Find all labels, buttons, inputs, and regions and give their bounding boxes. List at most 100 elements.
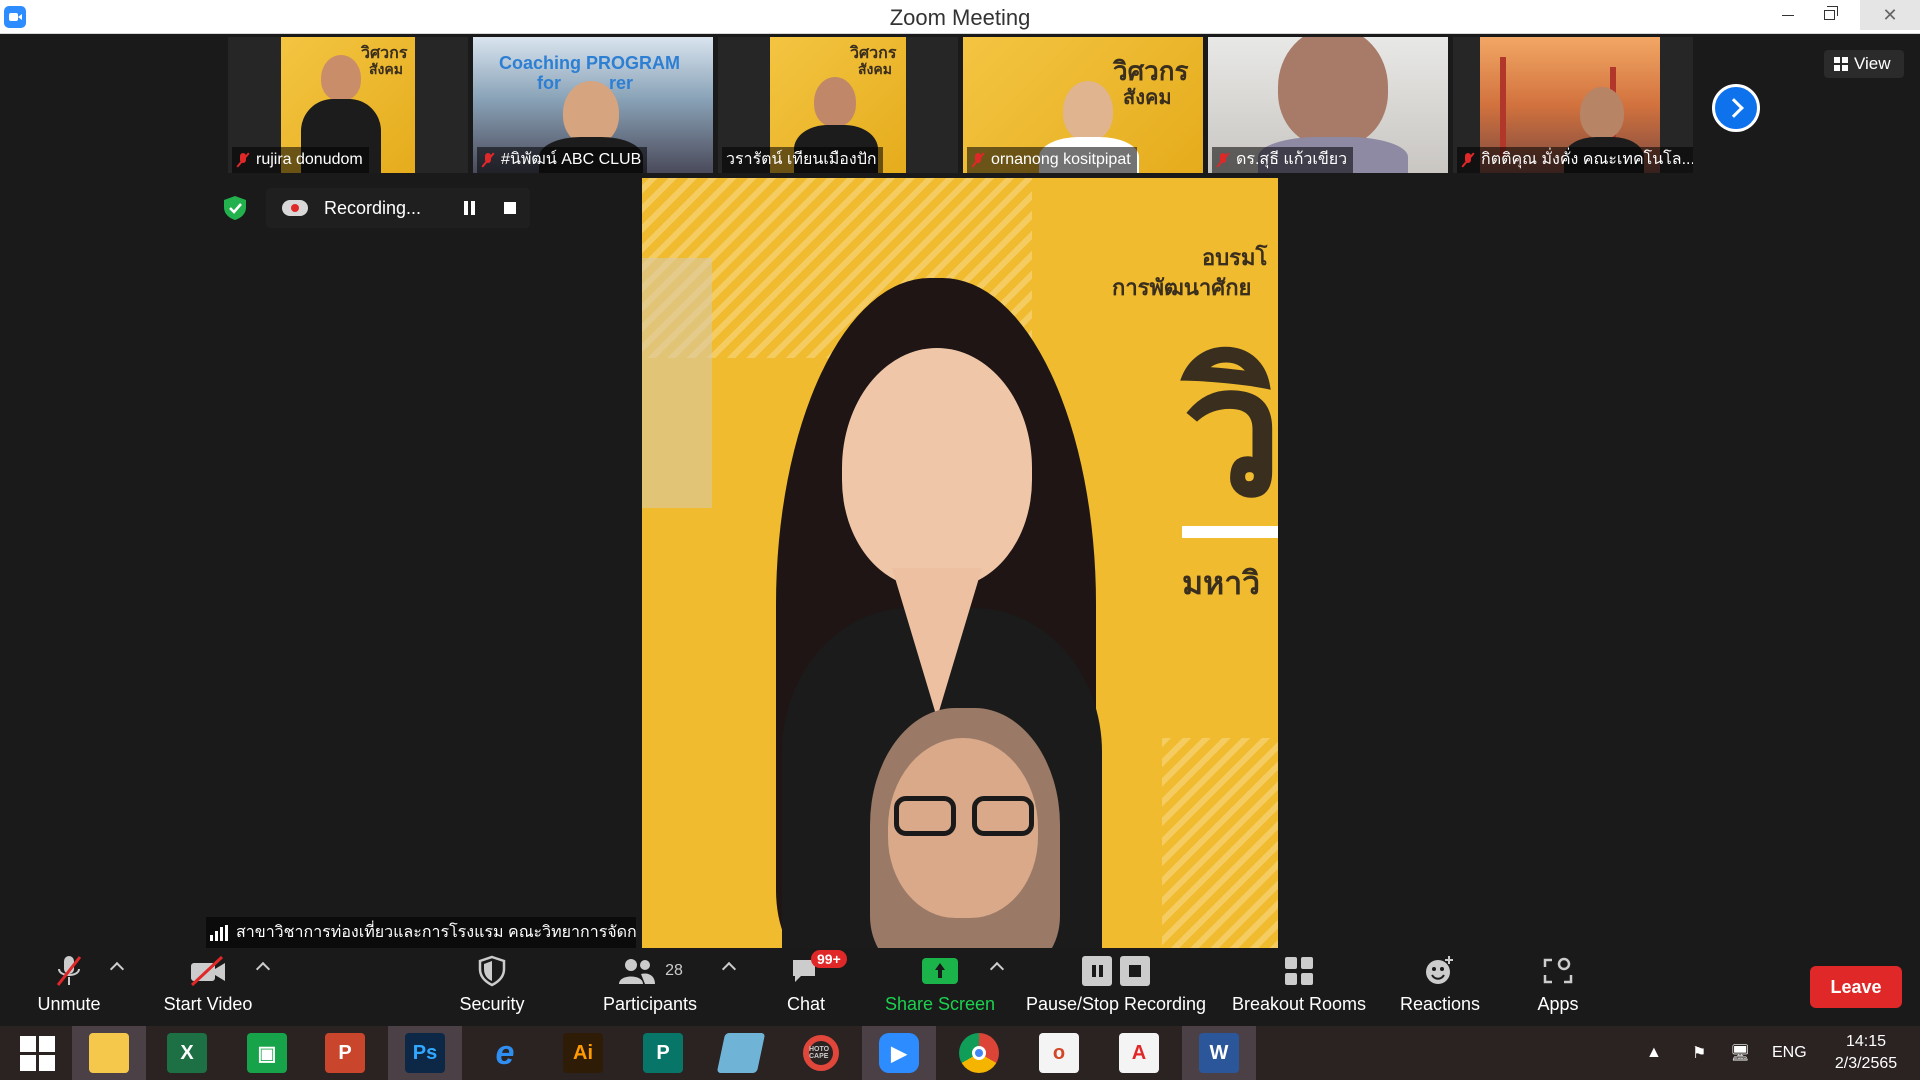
taskbar-excel[interactable]: X <box>150 1026 224 1080</box>
share-screen-button[interactable]: Share Screen <box>884 948 996 1026</box>
photoscape-icon: HOTO CAPE <box>803 1035 839 1071</box>
close-button[interactable]: ✕ <box>1860 0 1920 30</box>
video-options-caret[interactable] <box>255 961 271 977</box>
language-indicator[interactable]: ENG <box>1772 1026 1807 1080</box>
minimize-button[interactable] <box>1765 0 1811 30</box>
leave-meeting-button[interactable]: Leave <box>1810 966 1902 1008</box>
chat-label: Chat <box>786 994 826 1014</box>
taskbar-file-explorer[interactable] <box>72 1026 146 1080</box>
mic-muted-icon <box>1461 152 1475 168</box>
apps-icon <box>1542 948 1574 994</box>
security-button[interactable]: Security <box>452 948 532 1026</box>
breakout-rooms-label: Breakout Rooms <box>1231 994 1367 1014</box>
powerpoint-icon: P <box>325 1033 365 1073</box>
participants-button[interactable]: 28 Participants <box>596 948 704 1026</box>
taskbar-internet-explorer[interactable]: e <box>468 1026 542 1080</box>
active-speaker-video: อบรมโ การพัฒนาศักย วิ มหาวิ <box>642 178 1278 948</box>
chrome-icon <box>959 1033 999 1073</box>
speaker-name-caption: สาขาวิชาการท่องเที่ยวและการโรงแรม คณะวิท… <box>206 917 636 949</box>
participant-face <box>563 81 619 145</box>
pause-recording-button[interactable] <box>464 201 478 215</box>
background-pattern <box>1162 738 1278 948</box>
connection-signal-icon <box>210 925 228 941</box>
participant-name-label: rujira donudom <box>232 147 369 173</box>
folder-icon <box>89 1033 129 1073</box>
participant-name: rujira donudom <box>256 151 363 168</box>
participant-tile[interactable]: ดร.สุธี แก้วเขียว <box>1208 37 1448 173</box>
close-icon: ✕ <box>1882 4 1898 25</box>
speaker-name: สาขาวิชาการท่องเที่ยวและการโรงแรม คณะวิท… <box>236 924 636 941</box>
start-video-label: Start Video <box>163 994 253 1014</box>
cloud-record-icon <box>282 200 308 216</box>
stop-recording-button[interactable] <box>504 202 516 214</box>
taskbar-notepad[interactable] <box>704 1026 778 1080</box>
start-video-button[interactable]: Start Video <box>158 948 258 1026</box>
excel-icon: X <box>167 1033 207 1073</box>
mic-muted-icon <box>236 152 250 168</box>
view-button[interactable]: View <box>1824 50 1904 78</box>
participant-tile[interactable]: วิศวกร สังคม rujira donudom <box>228 37 468 173</box>
windows-taskbar: X ▣ P Ps e Ai P HOTO CAPE ▶ o A W ▲ ⚑ 🖥 … <box>0 1026 1920 1080</box>
reactions-button[interactable]: Reactions <box>1396 948 1484 1026</box>
chat-unread-badge: 99+ <box>811 950 847 968</box>
taskbar-office[interactable]: o <box>1022 1026 1096 1080</box>
taskbar-acrobat[interactable]: A <box>1102 1026 1176 1080</box>
mic-muted-icon <box>1216 152 1230 168</box>
action-center-flag[interactable]: ⚑ <box>1692 1026 1706 1080</box>
participant-name: วรารัตน์ เทียนเมืองปัก <box>726 151 877 168</box>
participant-name: #นิพัฒน์ ABC CLUB <box>501 151 642 168</box>
taskbar-illustrator[interactable]: Ai <box>546 1026 620 1080</box>
unmute-button[interactable]: Unmute <box>28 948 110 1026</box>
participant-tile[interactable]: วิศวกร สังคม วรารัตน์ เทียนเมืองปัก <box>718 37 958 173</box>
participant-gallery: วิศวกร สังคม rujira donudom Coaching PRO… <box>228 37 1693 174</box>
start-button[interactable] <box>0 1026 74 1080</box>
pause-icon <box>1082 956 1112 986</box>
bridge-tower <box>1500 57 1506 157</box>
poster-text: มหาวิ <box>1182 565 1261 601</box>
recording-controls-icon <box>1082 948 1150 994</box>
next-page-button[interactable] <box>1712 84 1760 132</box>
network-tray-icon[interactable]: 🖥 <box>1730 1026 1750 1080</box>
taskbar-publisher[interactable]: P <box>626 1026 700 1080</box>
participant-tile[interactable]: Coaching PROGRAM for rer #นิพัฒน์ ABC CL… <box>473 37 713 173</box>
taskbar-photoshop[interactable]: Ps <box>388 1026 462 1080</box>
participant-name-label: กิตติคุณ มั่งคั่ง คณะเทคโนโล... <box>1457 147 1693 173</box>
taskbar-zoom[interactable]: ▶ <box>862 1026 936 1080</box>
show-hidden-icons-button[interactable]: ▲ <box>1646 1026 1662 1080</box>
view-label: View <box>1854 54 1891 73</box>
clock-time: 14:15 <box>1845 1033 1887 1050</box>
maximize-button[interactable] <box>1806 0 1852 30</box>
system-clock[interactable]: 14:15 2/3/2565 <box>1818 1031 1914 1075</box>
taskbar-publisher-green[interactable]: ▣ <box>230 1026 304 1080</box>
taskbar-word[interactable]: W <box>1182 1026 1256 1080</box>
breakout-rooms-button[interactable]: Breakout Rooms <box>1230 948 1368 1026</box>
chat-button[interactable]: 99+ Chat <box>780 948 847 1026</box>
participants-icon: 28 <box>617 948 683 994</box>
taskbar-powerpoint[interactable]: P <box>308 1026 382 1080</box>
participant-name: ดร.สุธี แก้วเขียว <box>1236 151 1348 168</box>
participant-face <box>1063 81 1113 141</box>
taskbar-photoscape[interactable]: HOTO CAPE <box>784 1026 858 1080</box>
participant-name-label: ดร.สุธี แก้วเขียว <box>1212 147 1354 173</box>
notepad-icon <box>716 1033 766 1073</box>
minimize-icon <box>1782 14 1794 16</box>
encryption-shield-icon[interactable] <box>222 195 248 221</box>
participant-tile[interactable]: วิศวกร สังคม ornanong kositpipat <box>963 37 1203 173</box>
taskbar-chrome[interactable] <box>942 1026 1016 1080</box>
glasses-icon <box>972 796 1034 836</box>
participant-name: ornanong kositpipat <box>991 151 1131 168</box>
poster-logo-text: สังคม <box>1123 87 1172 109</box>
audio-options-caret[interactable] <box>109 961 125 977</box>
pause-stop-recording-button[interactable]: Pause/Stop Recording <box>1024 948 1208 1026</box>
banner-text: for <box>537 73 561 93</box>
clock-date: 2/3/2565 <box>1834 1055 1898 1072</box>
pause-stop-recording-label: Pause/Stop Recording <box>1025 994 1207 1014</box>
participant-face <box>1580 87 1624 139</box>
apps-button[interactable]: Apps <box>1528 948 1588 1026</box>
participants-options-caret[interactable] <box>721 961 737 977</box>
mic-muted-icon <box>481 152 495 168</box>
meeting-toolbar: Unmute Start Video Security 28 Participa… <box>0 948 1920 1026</box>
title-bar: Zoom Meeting ✕ <box>0 0 1920 34</box>
flag-icon: ⚑ <box>1692 1045 1707 1062</box>
participant-tile[interactable]: กิตติคุณ มั่งคั่ง คณะเทคโนโล... <box>1453 37 1693 173</box>
